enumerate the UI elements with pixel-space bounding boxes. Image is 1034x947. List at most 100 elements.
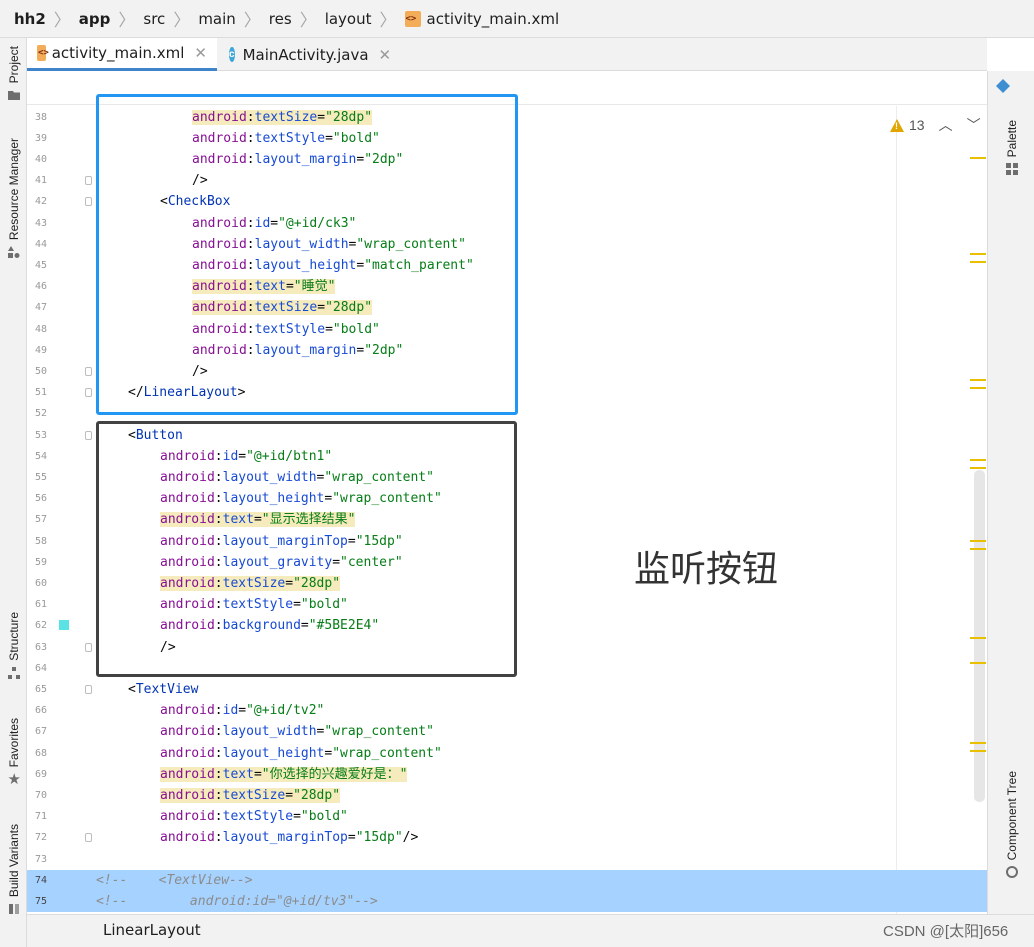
- tab-activity-main-xml[interactable]: activity_main.xml ✕: [27, 38, 217, 71]
- tool-window-label: Palette: [1004, 120, 1019, 158]
- code-token: :: [214, 745, 223, 761]
- warning-marker[interactable]: [970, 467, 986, 469]
- breadcrumb-file[interactable]: activity_main.xml: [427, 10, 560, 28]
- tab-main-activity-java[interactable]: c MainActivity.java ✕: [219, 38, 399, 71]
- code-line[interactable]: 65 <TextView: [27, 679, 987, 700]
- warning-marker[interactable]: [970, 157, 986, 159]
- warning-marker[interactable]: [970, 548, 986, 550]
- right-tool-window-strip: Palette Component Tree: [987, 106, 1034, 914]
- navigation-breadcrumb: hh2 〉 app 〉 src 〉 main 〉 res 〉 layout 〉 …: [0, 0, 1034, 38]
- previous-highlight-icon[interactable]: ︿: [939, 115, 953, 135]
- line-number: 62: [34, 620, 47, 632]
- line-number: 57: [34, 514, 47, 526]
- code-text: android:layout_width="wrap_content": [160, 723, 434, 740]
- line-number: 42: [34, 196, 47, 208]
- code-token: android: [160, 766, 215, 782]
- code-token: "bold": [300, 809, 348, 825]
- breadcrumb-chevron-icon: 〉: [173, 11, 191, 31]
- code-line[interactable]: 67 android:layout_width="wrap_content": [27, 721, 987, 742]
- xml-file-icon: [37, 45, 48, 61]
- line-number: 63: [34, 641, 47, 653]
- close-icon[interactable]: ✕: [194, 44, 207, 62]
- fold-marker-icon[interactable]: [85, 642, 92, 652]
- code-token: android: [160, 830, 215, 846]
- code-token: <: [128, 681, 136, 697]
- layout-mode-icon[interactable]: [996, 79, 1010, 93]
- warning-marker[interactable]: [970, 637, 986, 639]
- status-breadcrumb[interactable]: LinearLayout: [103, 921, 201, 939]
- breadcrumb-layout[interactable]: layout: [325, 10, 372, 28]
- tool-window-structure[interactable]: Structure: [3, 612, 24, 679]
- code-token: textStyle: [222, 809, 294, 825]
- tool-window-label: Project: [6, 46, 21, 84]
- code-token: android: [160, 745, 215, 761]
- warning-marker[interactable]: [970, 662, 986, 664]
- line-number: 60: [34, 577, 47, 589]
- tool-window-palette[interactable]: Palette: [1001, 120, 1022, 176]
- code-line[interactable]: 75 <!-- android:id="@+id/tv3"-->: [27, 890, 987, 913]
- tool-window-resource-manager[interactable]: Resource Manager: [3, 138, 24, 259]
- warning-marker[interactable]: [970, 253, 986, 255]
- code-line[interactable]: 66 android:id="@+id/tv2": [27, 700, 987, 721]
- breadcrumb-src[interactable]: src: [143, 10, 165, 28]
- tool-window-project[interactable]: Project: [3, 46, 24, 101]
- left-tool-window-strip: Project Resource Manager Structure Favor…: [0, 38, 27, 947]
- warning-marker[interactable]: [970, 387, 986, 389]
- line-number: 72: [34, 832, 47, 844]
- code-line[interactable]: 73: [27, 849, 987, 870]
- warning-count: 13: [909, 117, 925, 133]
- line-number: 75: [34, 895, 47, 907]
- code-token: <!-- <TextView-->: [96, 872, 253, 888]
- fold-marker-icon[interactable]: [85, 684, 92, 694]
- code-token: layout_marginTop: [222, 830, 348, 846]
- code-token: <!-- android:id="@+id/tv3"-->: [96, 893, 378, 909]
- warning-icon: [890, 118, 904, 132]
- code-text: android:layout_height="wrap_content": [160, 745, 442, 762]
- line-number: 71: [34, 811, 47, 823]
- inspection-widget[interactable]: 13 ︿ ﹀: [890, 115, 981, 135]
- fold-marker-icon[interactable]: [85, 366, 92, 376]
- code-token: text: [222, 766, 254, 782]
- code-token: :: [214, 724, 223, 740]
- code-token: :: [214, 830, 223, 846]
- watermark: CSDN @[太阳]656: [883, 923, 1009, 940]
- line-number: 41: [34, 175, 47, 187]
- editor-tab-bar: activity_main.xml ✕ c MainActivity.java …: [27, 38, 987, 71]
- warning-marker[interactable]: [970, 742, 986, 744]
- code-token: "wrap_content": [332, 745, 442, 761]
- code-token: layout_width: [222, 724, 317, 740]
- breadcrumb-res[interactable]: res: [269, 10, 292, 28]
- breadcrumb-chevron-icon: 〉: [299, 11, 317, 31]
- color-swatch-icon[interactable]: [59, 620, 69, 631]
- warning-marker[interactable]: [970, 459, 986, 461]
- warning-marker[interactable]: [970, 379, 986, 381]
- code-line[interactable]: 74 <!-- <TextView-->: [27, 869, 987, 891]
- tool-window-component-tree[interactable]: Component Tree: [1001, 771, 1022, 879]
- fold-marker-icon[interactable]: [85, 430, 92, 440]
- code-line[interactable]: 69 android:text="你选择的兴趣爱好是：": [27, 764, 987, 785]
- code-line[interactable]: 68 android:layout_height="wrap_content": [27, 743, 987, 764]
- breadcrumb-main[interactable]: main: [198, 10, 235, 28]
- warning-marker[interactable]: [970, 261, 986, 263]
- tool-window-build-variants[interactable]: Build Variants: [3, 824, 24, 915]
- warning-marker[interactable]: [970, 540, 986, 542]
- breadcrumb-project[interactable]: hh2: [14, 10, 46, 28]
- tool-window-favorites[interactable]: Favorites ★: [3, 718, 24, 787]
- line-number: 59: [34, 556, 47, 568]
- fold-marker-icon[interactable]: [85, 833, 92, 843]
- code-text: <!-- android:id="@+id/tv3"-->: [96, 893, 378, 910]
- vertical-scrollbar[interactable]: [974, 470, 985, 802]
- line-number: 43: [34, 217, 47, 229]
- fold-marker-icon[interactable]: [85, 388, 92, 398]
- code-token: TextView: [135, 681, 199, 697]
- code-line[interactable]: 70 android:textSize="28dp": [27, 785, 987, 806]
- next-highlight-icon[interactable]: ﹀: [967, 115, 981, 135]
- warning-marker[interactable]: [970, 750, 986, 752]
- fold-marker-icon[interactable]: [85, 197, 92, 207]
- code-token: layout_height: [222, 745, 325, 761]
- fold-marker-icon[interactable]: [85, 176, 92, 186]
- close-icon[interactable]: ✕: [379, 46, 392, 64]
- code-line[interactable]: 72 android:layout_marginTop="15dp"/>: [27, 827, 987, 848]
- code-line[interactable]: 71 android:textStyle="bold": [27, 806, 987, 827]
- breadcrumb-module[interactable]: app: [79, 10, 111, 28]
